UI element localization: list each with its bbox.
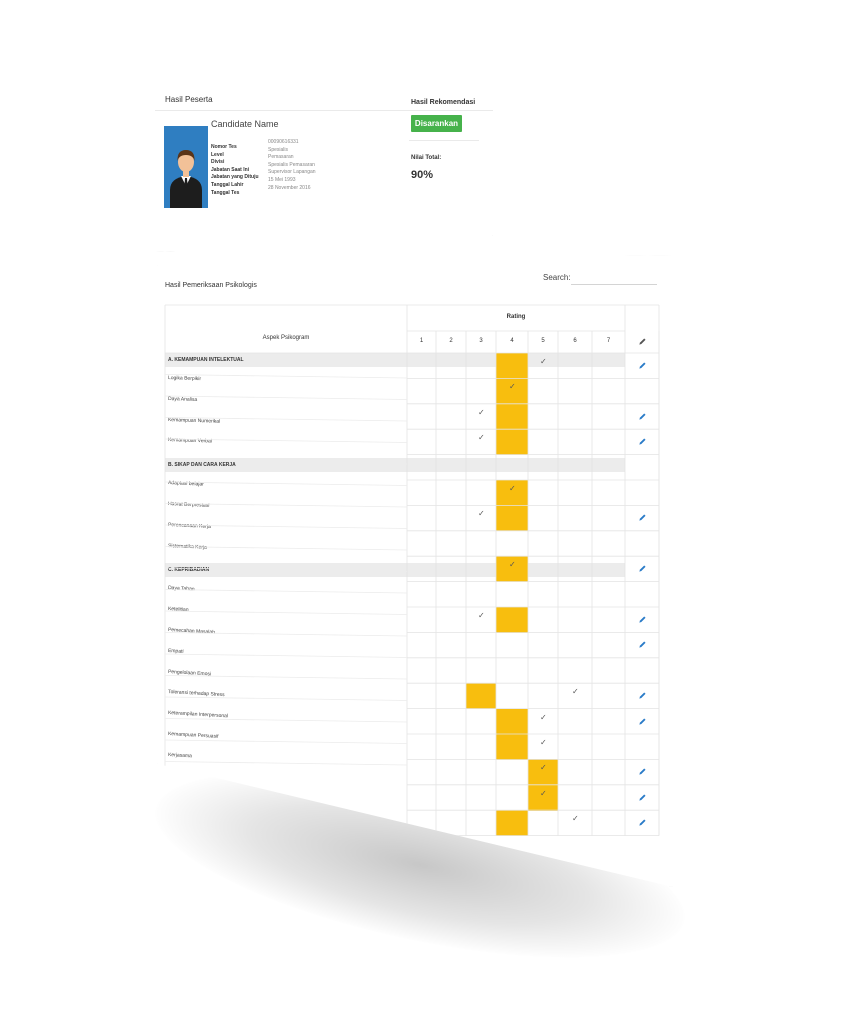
total-score-value: 90% xyxy=(411,169,434,181)
rating-level-header: 1 xyxy=(419,338,424,344)
rating-level-header: 3 xyxy=(479,338,483,344)
field-value: 28 November 2016 xyxy=(268,184,311,191)
pencil-icon[interactable] xyxy=(638,437,647,446)
field-value: 00090616331 xyxy=(268,139,299,145)
participant-card: Hasil Peserta Candidate Name Nomor Tes L… xyxy=(155,48,493,252)
pencil-icon[interactable] xyxy=(638,513,647,522)
field-value: Supervisor Lapangan xyxy=(268,169,316,176)
title-divider xyxy=(155,110,493,111)
rating-level-header: 7 xyxy=(606,338,611,344)
field-value: 15 Mei 1993 xyxy=(268,176,296,183)
recommendation-badge: Disarankan xyxy=(411,115,462,132)
pencil-icon[interactable] xyxy=(638,361,647,370)
pencil-icon[interactable] xyxy=(638,615,647,624)
pencil-header-icon xyxy=(638,338,646,345)
rating-column-header: Rating xyxy=(506,314,526,320)
pencil-icon[interactable] xyxy=(638,564,647,573)
pencil-icon[interactable] xyxy=(638,640,647,649)
field-label: Tanggal Tes xyxy=(211,189,240,196)
field-label: Jabatan yang Dituju xyxy=(211,174,259,181)
pencil-icon[interactable] xyxy=(638,412,647,421)
field-value: Spesialis Pemasaran xyxy=(268,161,315,168)
rating-level-header: 4 xyxy=(510,338,514,344)
field-value: Spesialis xyxy=(268,146,289,153)
total-score-label: Nilai Total: xyxy=(411,155,442,161)
info-values: 00090616331 Spesialis Pemasaran Spesiali… xyxy=(268,139,316,192)
rating-level-header: 5 xyxy=(541,338,545,344)
rating-level-header: 6 xyxy=(573,338,577,344)
field-value: Pemasaran xyxy=(268,154,294,161)
pencil-icon[interactable] xyxy=(638,818,647,827)
field-label: Nomor Tes xyxy=(211,144,237,150)
pencil-icon[interactable] xyxy=(638,793,647,802)
field-label: Jabatan Saat Ini xyxy=(211,166,250,173)
person-icon xyxy=(170,150,202,208)
candidate-name: Candidate Name xyxy=(211,119,279,129)
participant-title: Hasil Peserta xyxy=(165,95,213,104)
pencil-icon[interactable] xyxy=(638,691,647,700)
recommendation-divider xyxy=(409,140,479,141)
field-label: Level xyxy=(211,151,224,158)
info-labels: Nomor Tes Level Divisi Jabatan Saat Ini … xyxy=(211,144,259,197)
recommendation-label: Hasil Rekomendasi xyxy=(411,99,476,106)
aspect-column-header: Aspek Psikogram xyxy=(262,335,310,341)
field-label: Tanggal Lahir xyxy=(211,181,244,188)
rating-level-header: 2 xyxy=(449,338,453,344)
pencil-icon[interactable] xyxy=(638,717,647,726)
field-label: Divisi xyxy=(211,159,225,166)
candidate-avatar xyxy=(164,126,208,208)
pencil-icon[interactable] xyxy=(638,767,647,776)
